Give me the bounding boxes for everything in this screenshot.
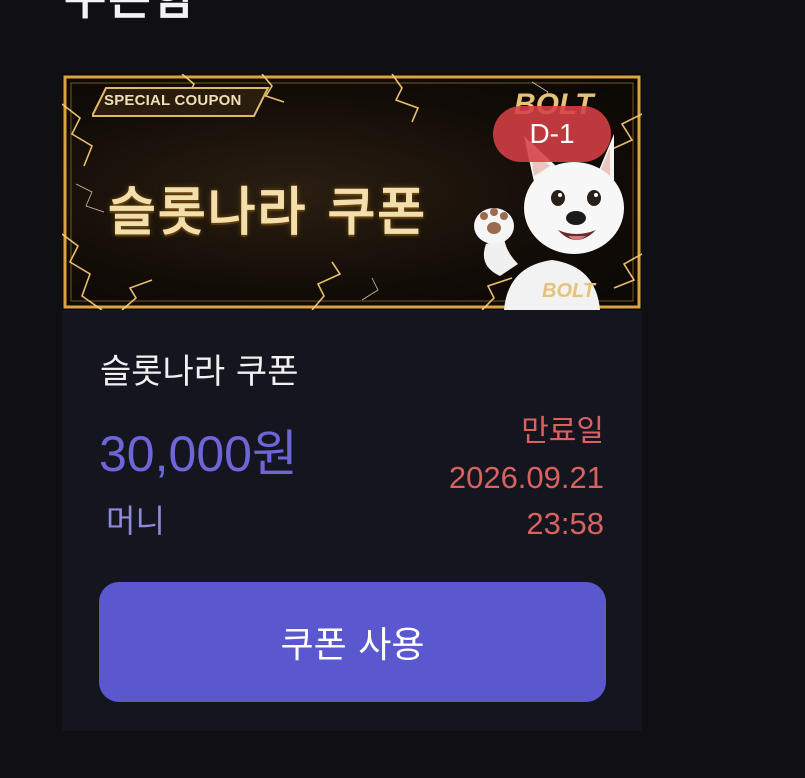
banner-title: 슬롯나라 쿠폰	[108, 183, 428, 243]
expiry-info: 만료일 2026.09.21 23:58	[449, 409, 604, 547]
coupon-card: SPECIAL COUPON 슬롯나라 쿠폰 BOLT BOLT D-1 슬롯나…	[62, 74, 642, 731]
coupon-name: 슬롯나라 쿠폰	[100, 352, 299, 392]
use-coupon-button[interactable]: 쿠폰 사용	[99, 582, 606, 702]
expiry-time: 23:58	[526, 506, 604, 541]
expiry-label: 만료일	[521, 414, 604, 449]
brand-logo-small: BOLT	[542, 280, 595, 302]
dday-badge: D-1	[493, 106, 611, 162]
expiry-date: 2026.09.21	[448, 460, 604, 495]
coupon-amount: 30,000원	[99, 426, 298, 482]
section-title: 쿠폰함	[64, 0, 197, 26]
special-coupon-label: SPECIAL COUPON	[104, 92, 242, 109]
coupon-amount-type: 머니	[106, 502, 165, 540]
coupon-banner: SPECIAL COUPON 슬롯나라 쿠폰 BOLT BOLT D-1	[62, 74, 642, 310]
special-coupon-tag: SPECIAL COUPON	[92, 86, 270, 118]
